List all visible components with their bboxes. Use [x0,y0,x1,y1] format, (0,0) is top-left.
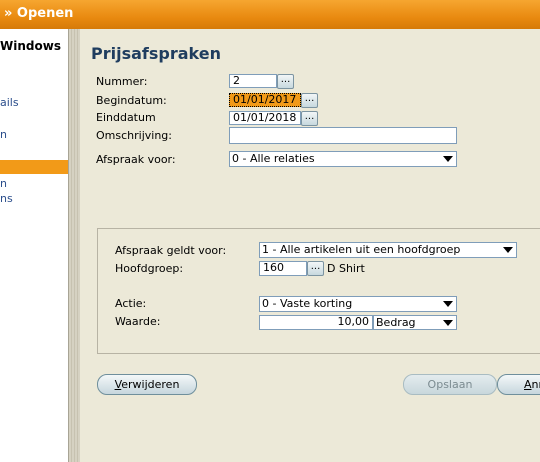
geldt-voor-select[interactable]: 1 - Alle artikelen uit een hoofdgroep [259,242,517,258]
waarde-unit-select[interactable]: Bedrag [373,315,457,330]
geldt-voor-value: 1 - Alle artikelen uit een hoofdgroep [262,243,461,256]
begindatum-label: Begindatum: [96,94,167,107]
sidebar-item-selected[interactable] [0,160,68,174]
sidebar-item-4[interactable]: n [0,177,7,190]
window-title: » Openen [4,6,74,21]
sidebar-header-label: Windows [0,39,61,53]
chevron-down-icon [443,301,453,307]
chevron-down-icon [503,247,513,253]
title-bar: » Openen [0,0,540,29]
save-button[interactable]: Opslaan [403,374,497,395]
begindatum-field[interactable]: 01/01/2017 [229,93,301,107]
geldt-voor-label: Afspraak geldt voor: [115,244,227,257]
hoofdgroep-description: D Shirt [327,262,365,275]
nummer-lookup-button[interactable]: ... [277,74,294,89]
cancel-button[interactable]: Ann [497,374,540,395]
delete-button[interactable]: Verwijderen [97,374,197,395]
waarde-field[interactable]: 10,00 [259,315,373,330]
afspraak-voor-label: Afspraak voor: [96,153,176,166]
nummer-label: Nummer: [96,75,148,88]
einddatum-calendar-button[interactable]: ... [301,111,318,126]
begindatum-calendar-button[interactable]: ... [301,93,318,108]
delete-label-rest: erwijderen [121,378,180,391]
actie-label: Actie: [115,297,147,310]
chevron-down-icon [443,320,453,326]
sidebar-item-1[interactable]: ails [0,96,19,109]
waarde-label: Waarde: [115,315,161,328]
cancel-label-rest: nn [531,378,540,391]
hoofdgroep-field[interactable]: 160 [259,261,307,276]
hoofdgroep-label: Hoofdgroep: [115,262,184,275]
chevron-down-icon [443,156,453,162]
sidebar-header: Windows [0,37,61,61]
einddatum-field[interactable]: 01/01/2018 [229,111,301,125]
actie-select[interactable]: 0 - Vaste korting [259,296,457,312]
afspraak-voor-select[interactable]: 0 - Alle relaties [229,151,457,167]
actie-value: 0 - Vaste korting [262,297,353,310]
sidebar-item-5[interactable]: ns [0,192,13,205]
sidebar: Windows ails n n ns [0,29,68,462]
afspraak-voor-value: 0 - Alle relaties [232,152,315,165]
waarde-unit-value: Bedrag [376,316,416,329]
omschrijving-field[interactable] [229,127,457,144]
page-title: Prijsafspraken [91,44,221,63]
nummer-field[interactable]: 2 [229,74,277,88]
hoofdgroep-lookup-button[interactable]: ... [307,261,324,276]
einddatum-label: Einddatum [96,111,156,124]
omschrijving-label: Omschrijving: [96,129,172,142]
cancel-label-hotkey: A [524,378,532,391]
sidebar-item-2[interactable]: n [0,128,7,141]
